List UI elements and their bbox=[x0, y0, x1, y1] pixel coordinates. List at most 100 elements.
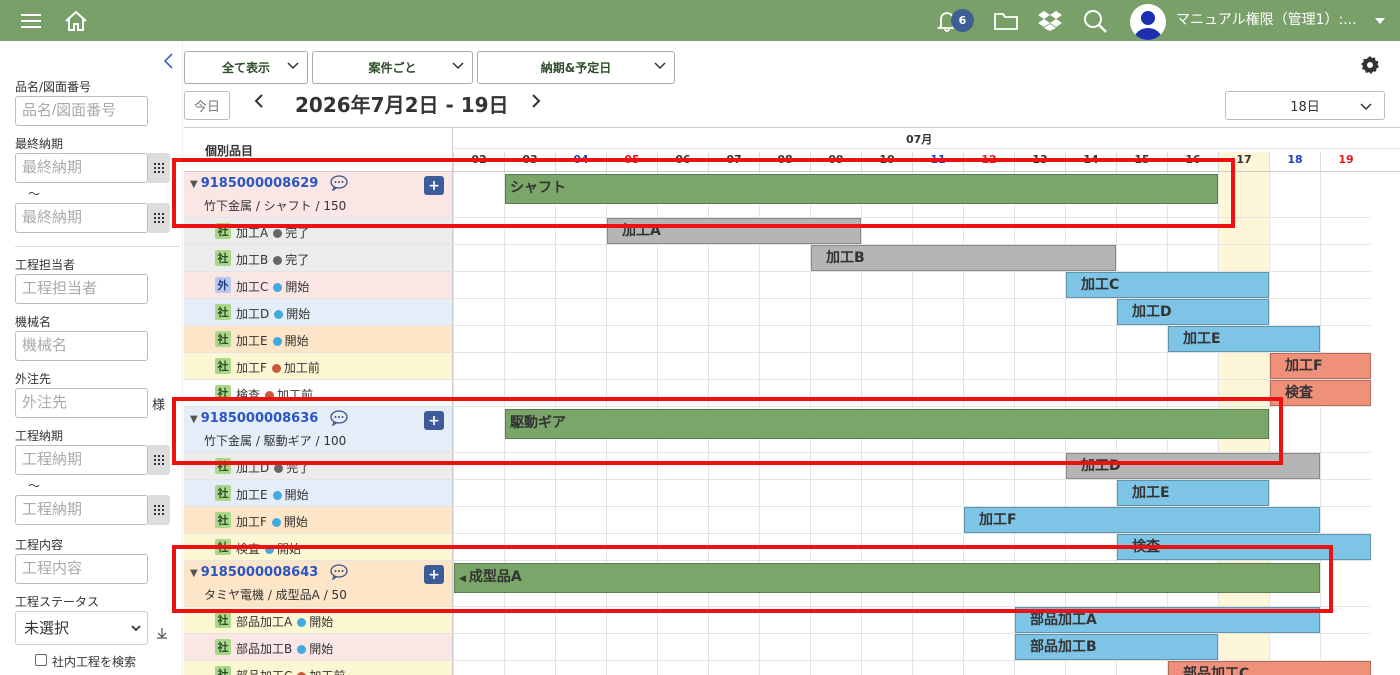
grid-cell[interactable] bbox=[657, 453, 708, 480]
grid-cell[interactable] bbox=[657, 353, 708, 380]
grid-cell[interactable] bbox=[912, 218, 963, 245]
process-label-cell[interactable]: 社部品加工B 開始 bbox=[184, 634, 453, 661]
grid-cell[interactable] bbox=[708, 272, 759, 299]
grid-cell[interactable] bbox=[1218, 245, 1269, 272]
grid-cell[interactable] bbox=[453, 507, 504, 534]
process-schedule-bar[interactable]: 加工E bbox=[1117, 480, 1269, 506]
grid-cell[interactable] bbox=[606, 507, 657, 534]
item-label-cell[interactable]: ▼ 9185000008643 タミヤ電機 / 成型品A / 50 + bbox=[184, 561, 453, 607]
collapse-sidebar-chevron-icon[interactable] bbox=[162, 52, 174, 75]
grid-cell[interactable] bbox=[861, 299, 912, 326]
grid-cell[interactable] bbox=[810, 453, 861, 480]
grid-cell[interactable] bbox=[1167, 218, 1218, 245]
grid-cell[interactable] bbox=[708, 507, 759, 534]
grid-cell[interactable] bbox=[708, 353, 759, 380]
grid-cell[interactable] bbox=[504, 661, 555, 675]
grid-cell[interactable] bbox=[1218, 353, 1269, 380]
grid-cell[interactable] bbox=[657, 607, 708, 634]
grid-cell[interactable] bbox=[1269, 299, 1320, 326]
grid-cell[interactable] bbox=[453, 218, 504, 245]
comment-bubble-icon[interactable] bbox=[330, 175, 348, 194]
grid-cell[interactable] bbox=[1269, 407, 1320, 453]
machine-input[interactable]: 機械名 bbox=[15, 331, 148, 361]
grid-cell[interactable] bbox=[1065, 299, 1116, 326]
expand-triangle-icon[interactable]: ▼ bbox=[190, 179, 198, 190]
grid-cell[interactable] bbox=[963, 607, 1014, 634]
grid-cell[interactable] bbox=[453, 299, 504, 326]
grid-cell[interactable] bbox=[912, 480, 963, 507]
grid-cell[interactable] bbox=[453, 634, 504, 661]
grid-cell[interactable] bbox=[861, 380, 912, 407]
grid-cell[interactable] bbox=[1320, 326, 1371, 353]
calendar-icon[interactable] bbox=[148, 153, 170, 183]
grid-cell[interactable] bbox=[708, 326, 759, 353]
item-schedule-bar[interactable]: ◀ 成型品A bbox=[454, 563, 1320, 593]
grid-cell[interactable] bbox=[606, 661, 657, 675]
process-schedule-bar[interactable]: 加工A bbox=[607, 218, 861, 244]
expand-triangle-icon[interactable]: ▼ bbox=[190, 568, 198, 579]
grid-cell[interactable] bbox=[504, 607, 555, 634]
grid-cell[interactable] bbox=[504, 534, 555, 561]
grid-cell[interactable] bbox=[1167, 245, 1218, 272]
vendor-input[interactable]: 外注先 bbox=[15, 388, 148, 418]
grid-cell[interactable] bbox=[759, 353, 810, 380]
item-id[interactable]: 9185000008636 bbox=[201, 411, 319, 426]
grid-cell[interactable] bbox=[453, 380, 504, 407]
grid-cell[interactable] bbox=[1218, 380, 1269, 407]
grid-cell[interactable] bbox=[861, 534, 912, 561]
process-label-cell[interactable]: 社加工A 完了 bbox=[184, 218, 453, 245]
grid-cell[interactable] bbox=[861, 353, 912, 380]
sort-arrow-icon[interactable] bbox=[156, 624, 168, 643]
grid-cell[interactable] bbox=[759, 661, 810, 675]
grid-cell[interactable] bbox=[810, 326, 861, 353]
notification-badge[interactable]: 6 bbox=[951, 9, 974, 32]
grid-cell[interactable] bbox=[555, 380, 606, 407]
grid-cell[interactable] bbox=[657, 326, 708, 353]
grid-cell[interactable] bbox=[555, 453, 606, 480]
grid-cell[interactable] bbox=[810, 607, 861, 634]
home-icon[interactable] bbox=[62, 0, 90, 41]
grid-cell[interactable] bbox=[810, 507, 861, 534]
grid-cell[interactable] bbox=[1269, 272, 1320, 299]
item-label-cell[interactable]: ▼ 9185000008629 竹下金属 / シャフト / 150 + bbox=[184, 172, 453, 218]
add-process-button[interactable]: + bbox=[424, 565, 444, 584]
grid-cell[interactable] bbox=[1320, 407, 1371, 453]
grid-cell[interactable] bbox=[1014, 661, 1065, 675]
grid-cell[interactable] bbox=[657, 380, 708, 407]
grid-cell[interactable] bbox=[657, 661, 708, 675]
item-id[interactable]: 9185000008629 bbox=[201, 176, 319, 191]
process-schedule-bar[interactable]: 部品加工C bbox=[1168, 661, 1371, 675]
content-input[interactable]: 工程内容 bbox=[15, 554, 148, 584]
grid-cell[interactable] bbox=[555, 272, 606, 299]
grid-cell[interactable] bbox=[708, 534, 759, 561]
grid-cell[interactable] bbox=[504, 353, 555, 380]
today-button[interactable]: 今日 bbox=[184, 91, 230, 120]
grid-cell[interactable] bbox=[504, 299, 555, 326]
grid-cell[interactable] bbox=[453, 661, 504, 675]
grid-cell[interactable] bbox=[810, 380, 861, 407]
grid-cell[interactable] bbox=[606, 326, 657, 353]
add-process-button[interactable]: + bbox=[424, 411, 444, 430]
grid-cell[interactable] bbox=[759, 634, 810, 661]
grid-cell[interactable] bbox=[657, 534, 708, 561]
item-label-cell[interactable]: ▼ 9185000008636 竹下金属 / 駆動ギア / 100 + bbox=[184, 407, 453, 453]
grid-cell[interactable] bbox=[963, 353, 1014, 380]
grid-cell[interactable] bbox=[861, 661, 912, 675]
grid-cell[interactable] bbox=[963, 218, 1014, 245]
grid-cell[interactable] bbox=[606, 353, 657, 380]
grid-cell[interactable] bbox=[504, 380, 555, 407]
grid-cell[interactable] bbox=[1116, 353, 1167, 380]
grid-cell[interactable] bbox=[1014, 272, 1065, 299]
grid-cell[interactable] bbox=[504, 453, 555, 480]
grid-cell[interactable] bbox=[912, 607, 963, 634]
grid-cell[interactable] bbox=[606, 634, 657, 661]
grid-cell[interactable] bbox=[1320, 245, 1371, 272]
grid-cell[interactable] bbox=[1014, 299, 1065, 326]
calendar-icon[interactable] bbox=[148, 203, 170, 233]
grid-cell[interactable] bbox=[810, 634, 861, 661]
grid-cell[interactable] bbox=[1065, 534, 1116, 561]
process-label-cell[interactable]: 社部品加工A 開始 bbox=[184, 607, 453, 634]
grid-cell[interactable] bbox=[606, 607, 657, 634]
grid-cell[interactable] bbox=[708, 380, 759, 407]
item-schedule-bar[interactable]: 駆動ギア bbox=[505, 409, 1269, 439]
